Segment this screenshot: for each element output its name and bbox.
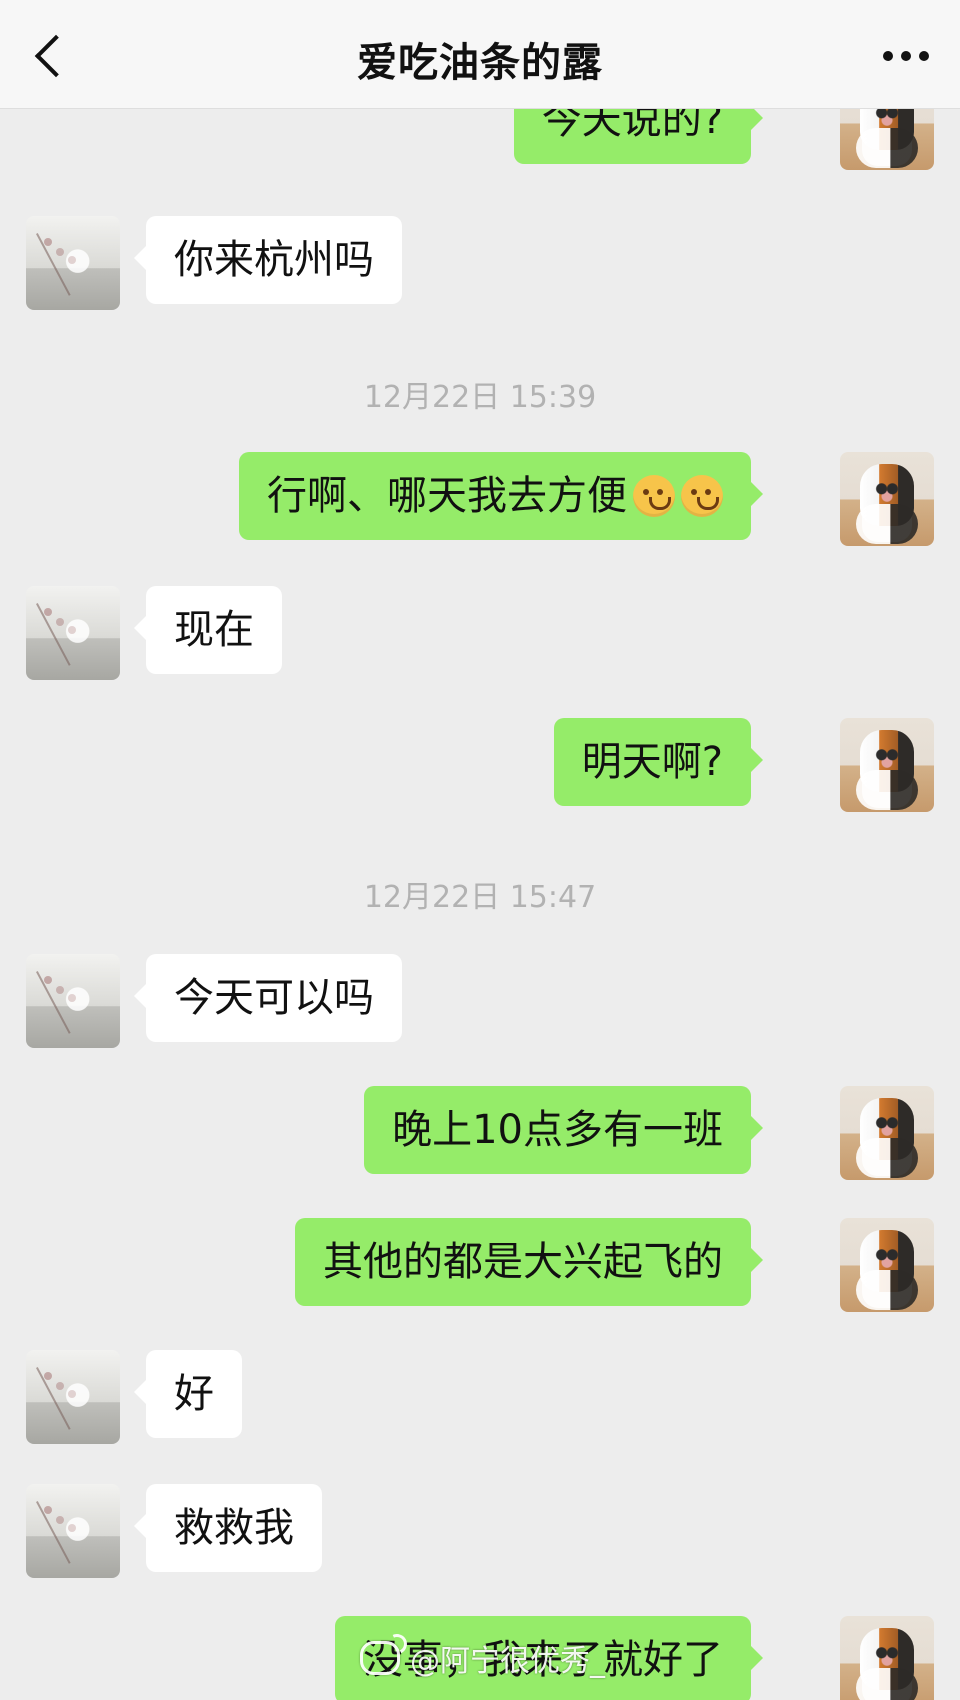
- avatar-contact[interactable]: [26, 586, 120, 680]
- more-options-button[interactable]: [874, 34, 938, 78]
- more-dot-3: [919, 51, 929, 61]
- cat-avatar-image: [840, 452, 934, 546]
- timestamp: 12月22日 15:39: [363, 380, 597, 415]
- timestamp: 12月22日 15:47: [363, 880, 597, 915]
- message-text: 行啊、哪天我去方便: [267, 473, 627, 519]
- contact-avatar-image: [26, 954, 120, 1048]
- chat-title: 爱吃油条的露: [357, 40, 603, 86]
- avatar-self[interactable]: [840, 452, 934, 546]
- message-text: 其他的都是大兴起飞的: [323, 1239, 723, 1285]
- avatar-contact[interactable]: [26, 954, 120, 1048]
- contact-avatar-image: [26, 1350, 120, 1444]
- message-text: 你来杭州吗: [174, 237, 374, 283]
- laughing-emoji-icon: [681, 475, 723, 517]
- more-dot-2: [901, 51, 911, 61]
- message-bubble-incoming[interactable]: 今天可以吗: [134, 954, 402, 1042]
- more-dot-1: [883, 51, 893, 61]
- message-bubble-incoming[interactable]: 现在: [134, 586, 282, 674]
- message-bubble-outgoing[interactable]: 晚上10点多有一班: [364, 1086, 763, 1174]
- message-bubble-incoming[interactable]: 你来杭州吗: [134, 216, 402, 304]
- avatar-self[interactable]: [840, 1086, 934, 1180]
- contact-avatar-image: [26, 586, 120, 680]
- avatar-contact[interactable]: [26, 1350, 120, 1444]
- message-bubble-incoming[interactable]: 救救我: [134, 1484, 322, 1572]
- message-text: 好: [174, 1371, 214, 1417]
- message-text: 没事，我来了就好了: [363, 1637, 723, 1683]
- message-text: 今天可以吗: [174, 975, 374, 1021]
- message-bubble-outgoing[interactable]: 没事，我来了就好了: [335, 1616, 763, 1700]
- laughing-emoji-icon: [633, 475, 675, 517]
- message-bubble-outgoing[interactable]: 明天啊?: [553, 718, 764, 806]
- message-text: 晚上10点多有一班: [392, 1107, 723, 1153]
- cat-avatar-image: [840, 1086, 934, 1180]
- avatar-contact[interactable]: [26, 216, 120, 310]
- message-text: 现在: [174, 607, 254, 653]
- message-bubble-incoming[interactable]: 好: [134, 1350, 242, 1438]
- cat-avatar-image: [840, 718, 934, 812]
- avatar-self[interactable]: [840, 718, 934, 812]
- message-text: 明天啊?: [581, 739, 723, 785]
- chat-screen: 爱吃油条的露 今天说的? 你来杭州吗 12月22日 15:39 行啊、哪天我去方…: [0, 0, 960, 1700]
- contact-avatar-image: [26, 1484, 120, 1578]
- avatar-self[interactable]: [840, 1616, 934, 1700]
- avatar-self[interactable]: [840, 1218, 934, 1312]
- cat-avatar-image: [840, 1616, 934, 1700]
- contact-avatar-image: [26, 216, 120, 310]
- message-bubble-outgoing[interactable]: 行啊、哪天我去方便: [239, 452, 763, 540]
- message-bubble-outgoing[interactable]: 其他的都是大兴起飞的: [295, 1218, 763, 1306]
- chat-header: 爱吃油条的露: [0, 0, 960, 109]
- cat-avatar-image: [840, 1218, 934, 1312]
- avatar-contact[interactable]: [26, 1484, 120, 1578]
- message-text: 救救我: [174, 1505, 294, 1551]
